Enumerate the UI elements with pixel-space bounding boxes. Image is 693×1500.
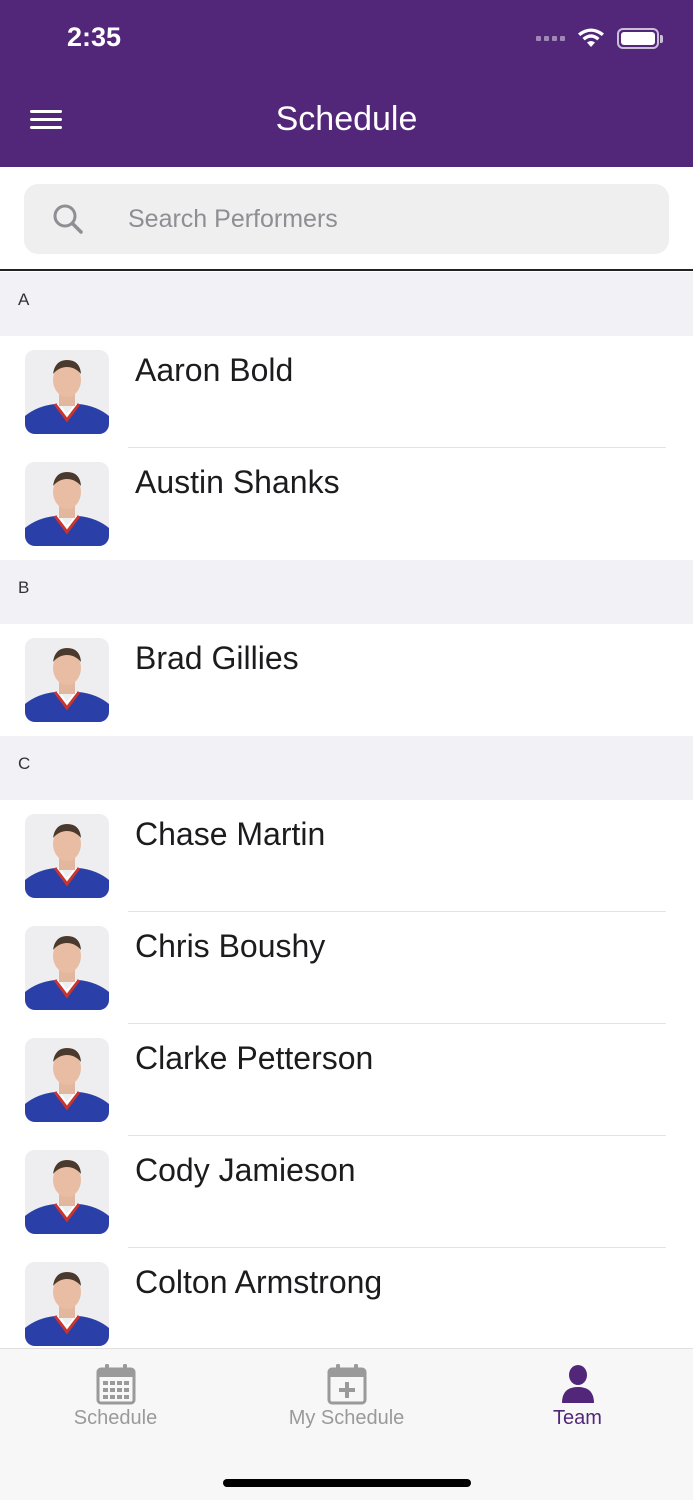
search-bar bbox=[0, 167, 693, 271]
performer-row[interactable]: Chase Martin bbox=[0, 800, 693, 912]
performer-list[interactable]: A Aaron Bold Austin Shanks B Brad Gillies C Ch… bbox=[0, 272, 693, 1348]
performer-row[interactable]: Cody Jamieson bbox=[0, 1136, 693, 1248]
calendar-add-icon bbox=[231, 1363, 462, 1405]
battery-icon bbox=[617, 27, 663, 49]
status-icons bbox=[536, 24, 663, 52]
performer-name: Chris Boushy bbox=[135, 928, 326, 964]
home-indicator bbox=[223, 1479, 471, 1487]
app-header: 2:35 Schedule bbox=[0, 0, 693, 167]
performer-name: Brad Gillies bbox=[135, 640, 299, 676]
avatar bbox=[25, 462, 109, 546]
tab-label: Team bbox=[553, 1407, 602, 1429]
performer-name: Austin Shanks bbox=[135, 464, 340, 500]
avatar bbox=[25, 926, 109, 1010]
signal-icon bbox=[536, 35, 565, 41]
avatar bbox=[25, 638, 109, 722]
wifi-icon bbox=[577, 27, 605, 49]
performer-row[interactable]: Austin Shanks bbox=[0, 448, 693, 560]
status-time: 2:35 bbox=[67, 22, 122, 52]
tab-my-schedule[interactable]: My Schedule bbox=[231, 1363, 462, 1443]
performer-row[interactable]: Colton Armstrong bbox=[0, 1248, 693, 1348]
performer-row[interactable]: Chris Boushy bbox=[0, 912, 693, 1024]
avatar bbox=[25, 350, 109, 434]
section-header-b: B bbox=[0, 560, 693, 624]
performer-row[interactable]: Clarke Petterson bbox=[0, 1024, 693, 1136]
performer-name: Clarke Petterson bbox=[135, 1040, 374, 1076]
search-input[interactable] bbox=[128, 184, 648, 254]
performer-name: Cody Jamieson bbox=[135, 1152, 356, 1188]
performer-name: Chase Martin bbox=[135, 816, 326, 852]
tab-schedule[interactable]: Schedule bbox=[0, 1363, 231, 1443]
performer-row[interactable]: Aaron Bold bbox=[0, 336, 693, 448]
avatar bbox=[25, 814, 109, 898]
avatar bbox=[25, 1150, 109, 1234]
avatar bbox=[25, 1038, 109, 1122]
search-box[interactable] bbox=[24, 184, 669, 254]
section-header-c: C bbox=[0, 736, 693, 800]
tab-label: My Schedule bbox=[288, 1407, 405, 1429]
calendar-icon bbox=[0, 1363, 231, 1405]
avatar bbox=[25, 1262, 109, 1346]
tab-bar: Schedule My Schedule Team bbox=[0, 1348, 693, 1500]
person-icon bbox=[462, 1363, 693, 1405]
performer-name: Colton Armstrong bbox=[135, 1264, 383, 1300]
tab-label: Schedule bbox=[73, 1407, 158, 1429]
performer-row[interactable]: Brad Gillies bbox=[0, 624, 693, 736]
page-title: Schedule bbox=[275, 100, 418, 138]
tab-team[interactable]: Team bbox=[462, 1363, 693, 1443]
performer-name: Aaron Bold bbox=[135, 352, 294, 388]
search-icon bbox=[52, 203, 84, 240]
section-header-a: A bbox=[0, 272, 693, 336]
